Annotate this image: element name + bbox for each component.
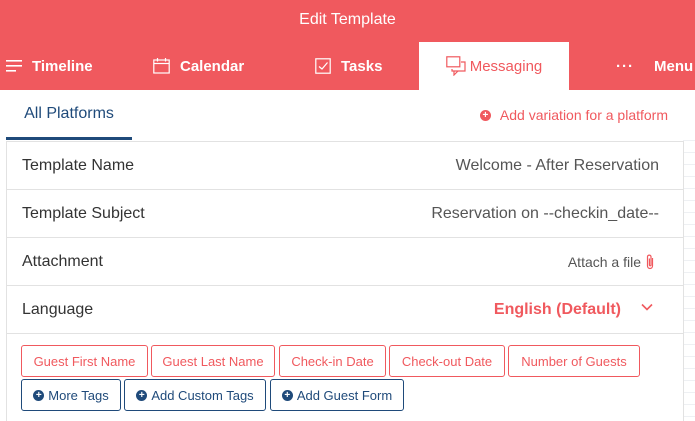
list-icon [6, 60, 22, 72]
add-guest-form-button[interactable]: + Add Guest Form [270, 379, 404, 411]
plus-circle-icon: + [479, 109, 491, 121]
tag-check-out-date[interactable]: Check-out Date [389, 345, 505, 377]
chevron-down-icon[interactable] [641, 303, 653, 311]
nav-label: Messaging [469, 57, 543, 75]
add-guest-form-label: Add Guest Form [296, 387, 393, 403]
plus-circle-icon: + [281, 389, 293, 401]
more-dots-icon: ··· [616, 57, 634, 75]
add-variation-button[interactable]: + Add variation for a platform [479, 107, 668, 123]
nav-label: Tasks [341, 57, 383, 75]
paperclip-icon [646, 254, 654, 269]
nav-label: Timeline [32, 57, 93, 75]
attachment-row: Attachment Attach a file [6, 238, 684, 286]
language-select[interactable]: English (Default) [494, 301, 621, 319]
template-subject-row: Template Subject Reservation on --checki… [6, 190, 684, 238]
attach-file-label: Attach a file [567, 253, 641, 270]
nav-tab-messaging[interactable]: Messaging [419, 42, 569, 90]
add-custom-tags-label: Add Custom Tags [151, 387, 254, 403]
tag-number-of-guests[interactable]: Number of Guests [508, 345, 640, 377]
more-tags-label: More Tags [48, 387, 109, 403]
plus-circle-icon: + [136, 389, 148, 401]
add-variation-label: Add variation for a platform [499, 107, 668, 123]
tab-all-platforms[interactable]: All Platforms [6, 90, 132, 140]
top-bar: Edit Template Timeline Calendar Tasks Me… [0, 0, 695, 90]
page-title: Edit Template [299, 11, 396, 28]
tag-guest-first-name[interactable]: Guest First Name [21, 345, 148, 377]
template-name-row: Template Name Welcome - After Reservatio… [6, 141, 684, 190]
more-tags-button[interactable]: + More Tags [21, 379, 121, 411]
nav-label: Calendar [180, 57, 245, 75]
checkbox-icon [315, 58, 331, 74]
plus-circle-icon: + [33, 389, 45, 401]
tag-guest-last-name[interactable]: Guest Last Name [151, 345, 275, 377]
template-subject-label: Template Subject [22, 204, 145, 222]
background-grid [683, 140, 695, 421]
platform-tabs: All Platforms + Add variation for a plat… [0, 90, 695, 140]
attach-file-button[interactable]: Attach a file [568, 253, 655, 271]
template-name-label: Template Name [22, 156, 135, 174]
add-custom-tags-button[interactable]: + Add Custom Tags [124, 379, 266, 411]
template-name-field[interactable]: Welcome - After Reservation [456, 157, 659, 175]
nav-label: Menu [654, 57, 694, 75]
nav-tab-tasks[interactable]: Tasks [315, 42, 382, 90]
tag-check-in-date[interactable]: Check-in Date [279, 345, 386, 377]
nav-tab-timeline[interactable]: Timeline [6, 42, 93, 90]
calendar-icon [153, 58, 170, 74]
nav-tab-calendar[interactable]: Calendar [153, 42, 244, 90]
template-subject-field[interactable]: Reservation on --checkin_date-- [431, 205, 659, 223]
nav-tab-menu[interactable]: ··· Menu [616, 42, 693, 90]
language-row[interactable]: Language English (Default) [6, 286, 684, 334]
chat-icon [445, 56, 466, 76]
language-label: Language [22, 300, 94, 318]
attachment-label: Attachment [22, 252, 103, 270]
